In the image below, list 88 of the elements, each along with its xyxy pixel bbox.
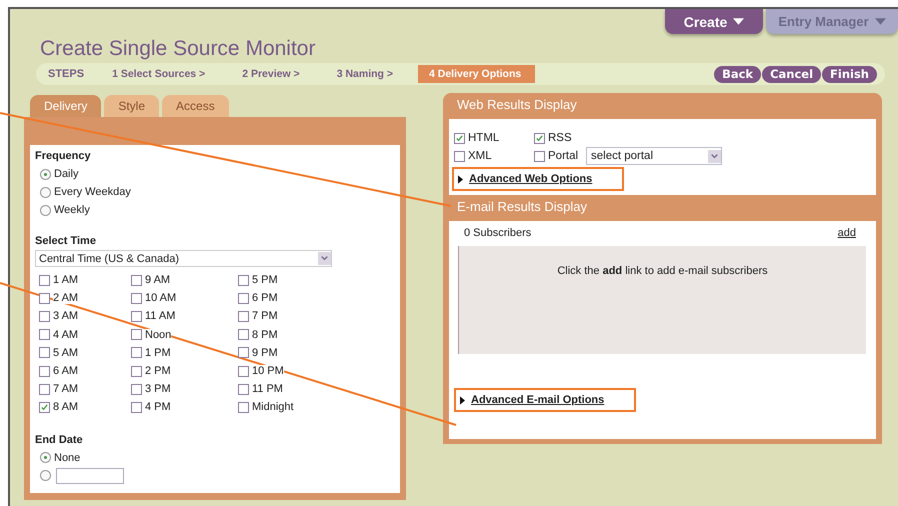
- checkbox-label: 8 PM: [252, 328, 278, 341]
- checkbox-label: 8 AM: [53, 401, 78, 414]
- radio-button[interactable]: [40, 452, 51, 463]
- radio-label: Every Weekday: [54, 186, 131, 198]
- panel-title: Web Results Display: [456, 96, 578, 114]
- checkbox-label: Portal: [548, 150, 578, 162]
- menu-button[interactable]: Create: [665, 9, 763, 34]
- checkbox[interactable]: [454, 132, 465, 144]
- caret-icon: [874, 18, 886, 25]
- radio-button[interactable]: [40, 204, 51, 216]
- checkbox-label: 6 AM: [53, 365, 78, 378]
- section-label: Select Time: [35, 235, 97, 247]
- radio-button[interactable]: [40, 168, 51, 180]
- checkbox-label: 9 AM: [145, 274, 170, 286]
- checkbox-label: HTML: [468, 132, 500, 144]
- checkbox[interactable]: [131, 366, 142, 377]
- step-link[interactable]: 3 Naming >: [336, 65, 404, 83]
- radio-label: Weekly: [54, 204, 90, 216]
- checkbox[interactable]: [131, 384, 142, 395]
- radio-label: None: [54, 452, 80, 464]
- expand-arrow-icon: [460, 396, 465, 404]
- action-button[interactable]: Back: [714, 66, 762, 82]
- radio-button[interactable]: [40, 470, 51, 481]
- section-label: End Date: [35, 434, 84, 446]
- checkbox[interactable]: [39, 292, 50, 304]
- checkbox[interactable]: [39, 402, 50, 413]
- action-button[interactable]: Cancel: [762, 66, 822, 82]
- advanced-options-link[interactable]: Advanced Web Options: [469, 173, 592, 185]
- checkbox[interactable]: [238, 402, 249, 413]
- checkbox-label: 5 PM: [252, 274, 278, 286]
- checkbox[interactable]: [238, 292, 249, 304]
- checkbox[interactable]: [238, 384, 249, 395]
- checkbox[interactable]: [534, 132, 545, 144]
- checkbox[interactable]: [131, 292, 142, 304]
- checkbox[interactable]: [131, 402, 142, 413]
- section-label: Frequency: [35, 150, 92, 162]
- checkbox[interactable]: [39, 347, 50, 358]
- checkbox-label: Noon: [145, 328, 172, 341]
- date-field[interactable]: [56, 468, 124, 484]
- checkbox-label: 9 PM: [252, 346, 278, 359]
- tab[interactable]: Access: [162, 95, 229, 117]
- empty-message: Click the add link to add e-mail subscribers: [557, 265, 768, 277]
- expand-arrow-icon: [458, 174, 463, 184]
- caret-icon: [733, 18, 744, 25]
- checkbox-label: 6 PM: [252, 292, 278, 304]
- portal-dropdown[interactable]: select portal: [586, 147, 722, 165]
- page-title: Create Single Source Monitor: [40, 37, 316, 62]
- checkbox[interactable]: [534, 150, 545, 162]
- checkbox-label: 1 PM: [145, 346, 171, 359]
- checkbox[interactable]: [238, 310, 249, 322]
- checkbox-label: 10 PM: [252, 365, 284, 378]
- checkbox[interactable]: [238, 329, 249, 340]
- panel-title: E-mail Results Display: [456, 198, 588, 216]
- checkbox[interactable]: [131, 274, 142, 286]
- checkbox[interactable]: [39, 366, 50, 377]
- timezone-dropdown[interactable]: Central Time (US & Canada): [35, 250, 332, 267]
- advanced-options-link[interactable]: Advanced E-mail Options: [471, 394, 604, 406]
- checkbox-label: 4 AM: [53, 328, 78, 341]
- radio-label: Daily: [54, 168, 78, 180]
- checkbox[interactable]: [238, 347, 249, 358]
- checkbox[interactable]: [39, 384, 50, 395]
- checkbox-label: 3 AM: [53, 310, 78, 322]
- action-button[interactable]: Finish: [822, 66, 877, 82]
- checkbox[interactable]: [238, 274, 249, 286]
- step-link[interactable]: 1 Select Sources >: [112, 65, 216, 83]
- checkbox[interactable]: [39, 310, 50, 322]
- steps-label: STEPS: [48, 68, 84, 80]
- checkbox[interactable]: [131, 347, 142, 358]
- tab[interactable]: Style: [104, 95, 160, 117]
- checkbox-label: RSS: [548, 132, 572, 144]
- checkbox[interactable]: [39, 329, 50, 340]
- add-link[interactable]: add: [838, 227, 856, 241]
- checkbox[interactable]: [238, 366, 249, 377]
- checkbox[interactable]: [131, 329, 142, 340]
- checkbox-label: XML: [468, 150, 492, 162]
- dropdown-icon: [708, 150, 721, 162]
- checkbox[interactable]: [39, 274, 50, 286]
- checkbox-label: 10 AM: [145, 292, 176, 304]
- radio-button[interactable]: [40, 186, 51, 198]
- checkbox[interactable]: [131, 310, 142, 322]
- checkbox-label: 2 AM: [53, 292, 78, 304]
- checkbox-label: 5 AM: [53, 346, 78, 359]
- step-link[interactable]: 2 Preview >: [242, 65, 311, 83]
- checkbox-label: Midnight: [252, 401, 294, 414]
- dropdown-icon: [318, 252, 331, 265]
- subscriber-count: 0 Subscribers: [464, 227, 532, 241]
- checkbox[interactable]: [454, 150, 465, 162]
- checkbox-label: 3 PM: [145, 383, 171, 396]
